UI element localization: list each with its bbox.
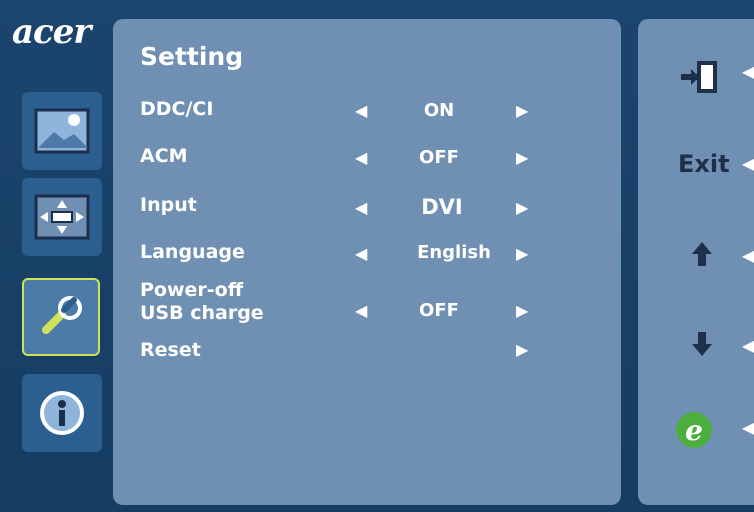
acm-value[interactable]: OFF — [379, 147, 499, 168]
input-value[interactable]: DVI — [382, 195, 502, 219]
right-exit-door-arrow-icon[interactable]: ◀ — [742, 62, 754, 81]
input-left-arrow-icon[interactable]: ◀ — [355, 198, 367, 217]
right-down-arrow-icon[interactable]: ◀ — [742, 336, 754, 355]
ddcci-right-arrow-icon[interactable]: ▶ — [516, 101, 528, 120]
usb-charge-line: USB charge — [140, 302, 264, 324]
exit-door-button[interactable] — [679, 60, 721, 98]
row-input-label: Input — [140, 194, 197, 216]
acer-e-label: e — [685, 413, 703, 447]
up-arrow-icon — [692, 242, 712, 266]
acer-logo: acer — [12, 12, 91, 52]
acer-e-button[interactable]: e — [676, 412, 712, 448]
right-up-arrow-icon[interactable]: ◀ — [742, 246, 754, 265]
row-ddcci-label: DDC/CI — [140, 98, 214, 120]
power-off-line: Power-off — [140, 279, 244, 301]
picture-icon — [34, 108, 90, 154]
language-left-arrow-icon[interactable]: ◀ — [355, 244, 367, 263]
sidebar-picture[interactable] — [22, 92, 102, 170]
ddcci-value[interactable]: ON — [379, 100, 499, 121]
row-language-label: Language — [140, 241, 245, 263]
usbcharge-right-arrow-icon[interactable]: ▶ — [516, 301, 528, 320]
usbcharge-left-arrow-icon[interactable]: ◀ — [355, 301, 367, 320]
language-value[interactable]: English — [394, 242, 514, 263]
language-right-arrow-icon[interactable]: ▶ — [516, 244, 528, 263]
ddcci-left-arrow-icon[interactable]: ◀ — [355, 101, 367, 120]
acm-left-arrow-icon[interactable]: ◀ — [355, 148, 367, 167]
row-acm-label: ACM — [140, 145, 188, 167]
wrench-settings-icon — [42, 296, 82, 334]
display-position-icon — [34, 194, 90, 240]
page-title: Setting — [140, 42, 244, 71]
acer-e-icon: e — [676, 412, 712, 448]
reset-right-arrow-icon[interactable]: ▶ — [516, 340, 528, 359]
up-button[interactable] — [690, 240, 714, 272]
exit-text-button[interactable]: Exit — [678, 150, 730, 178]
sidebar-information[interactable] — [22, 374, 102, 452]
row-power-off-usb-label: Power-off USB charge — [140, 279, 264, 325]
down-button[interactable] — [690, 330, 714, 362]
usbcharge-value[interactable]: OFF — [379, 300, 499, 321]
sidebar-display-position[interactable] — [22, 178, 102, 256]
exit-door-icon — [681, 61, 717, 93]
info-icon — [40, 391, 84, 435]
right-exit-arrow-icon[interactable]: ◀ — [742, 154, 754, 173]
input-right-arrow-icon[interactable]: ▶ — [516, 198, 528, 217]
sidebar-settings-selected[interactable] — [22, 278, 100, 356]
row-reset-label: Reset — [140, 339, 201, 361]
acm-right-arrow-icon[interactable]: ▶ — [516, 148, 528, 167]
right-e-arrow-icon[interactable]: ◀ — [742, 418, 754, 437]
down-arrow-icon — [692, 332, 712, 356]
